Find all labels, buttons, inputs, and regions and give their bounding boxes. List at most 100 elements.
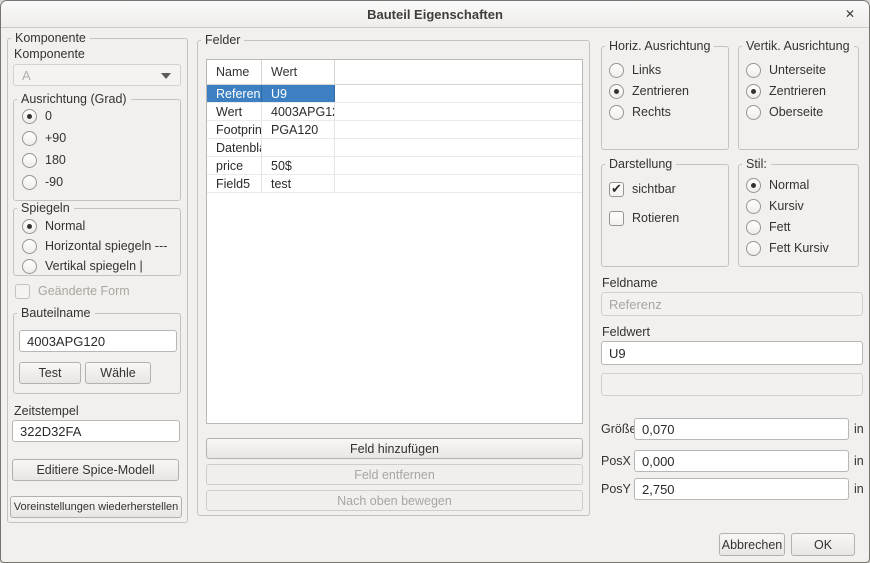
table-row-wert[interactable]: Wert 4003APG120 [207,103,582,121]
orientation-radio-180[interactable]: 180 [22,152,66,168]
component-properties-dialog: Bauteil Eigenschaften ✕ Komponente Kompo… [0,0,870,563]
radio-icon [22,219,37,234]
edit-spice-model-button[interactable]: Editiere Spice-Modell [12,459,179,481]
cell-value: U9 [262,85,335,102]
orientation-radio-90[interactable]: +90 [22,130,66,146]
fields-table[interactable]: Name Wert Referenz U9 Wert 4003APG120 Fo… [206,59,583,424]
cell-value: 4003APG120 [262,103,335,120]
cell-name: price [207,157,262,174]
fields-table-header: Name Wert [207,60,582,85]
close-icon[interactable]: ✕ [842,6,858,22]
table-row-datenblatt[interactable]: Datenblatt [207,139,582,157]
visible-label: sichtbar [632,182,676,196]
orientation-radio-90-label: +90 [45,131,66,145]
cell-filler [335,85,582,102]
posy-unit: in [854,482,864,496]
orientation-radio-180-label: 180 [45,153,66,167]
horizontal-align-legend: Horiz. Ausrichtung [605,39,714,54]
test-button[interactable]: Test [19,362,81,384]
style-radio-bold[interactable]: Fett [746,219,791,235]
size-input[interactable]: 0,070 [634,418,849,440]
cell-filler [335,139,582,156]
style-group: Stil: Normal Kursiv Fett Fett Kursiv [738,164,859,267]
style-radio-normal[interactable]: Normal [746,177,809,193]
extra-input [601,373,863,396]
posy-label: PosY [601,482,631,496]
radio-icon [746,241,761,256]
posy-input[interactable]: 2,750 [634,478,849,500]
valign-center-label: Zentrieren [769,84,826,98]
table-row-field5[interactable]: Field5 test [207,175,582,193]
fieldvalue-label: Feldwert [602,325,650,339]
unit-select-label: Komponente [14,47,85,61]
valign-radio-top[interactable]: Oberseite [746,104,823,120]
fieldname-input: Referenz [601,292,863,316]
cancel-button[interactable]: Abbrechen [719,533,785,556]
style-radio-italic[interactable]: Kursiv [746,198,804,214]
halign-radio-right[interactable]: Rechts [609,104,671,120]
checkbox-icon [609,182,624,197]
cell-value: test [262,175,335,192]
fields-group: Felder Name Wert Referenz U9 Wert 4003AP… [197,40,590,516]
mirror-radio-normal[interactable]: Normal [22,218,85,234]
fieldvalue-input[interactable]: U9 [601,341,863,365]
dialog-title: Bauteil Eigenschaften [1,7,869,22]
posx-input[interactable]: 0,000 [634,450,849,472]
ok-button[interactable]: OK [791,533,855,556]
add-field-button[interactable]: Feld hinzufügen [206,438,583,459]
style-bold-label: Fett [769,220,791,234]
orientation-radio-0[interactable]: 0 [22,108,52,124]
table-row-price[interactable]: price 50$ [207,157,582,175]
table-row-footprint[interactable]: Footprint PGA120 [207,121,582,139]
radio-icon [22,259,37,274]
style-normal-label: Normal [769,178,809,192]
timestamp-label: Zeitstempel [14,404,79,418]
timestamp-input[interactable]: 322D32FA [12,420,180,442]
halign-radio-center[interactable]: Zentrieren [609,83,689,99]
unit-select-dropdown: A [13,64,181,86]
radio-icon [609,63,624,78]
checkbox-icon [609,211,624,226]
radio-icon [746,199,761,214]
radio-icon [22,131,37,146]
radio-icon [609,84,624,99]
cell-name: Footprint [207,121,262,138]
radio-icon [746,178,761,193]
halign-radio-left[interactable]: Links [609,62,661,78]
orientation-radio-minus90[interactable]: -90 [22,174,63,190]
converted-shape-label: Geänderte Form [38,284,130,298]
style-bold-italic-label: Fett Kursiv [769,241,829,255]
cell-name: Wert [207,103,262,120]
table-row-referenz[interactable]: Referenz U9 [207,85,582,103]
move-up-button: Nach oben bewegen [206,490,583,511]
column-header-name: Name [207,60,262,84]
radio-icon [746,63,761,78]
rotate-checkbox[interactable]: Rotieren [609,210,679,226]
mirror-radio-horizontal-label: Horizontal spiegeln --- [45,239,167,253]
style-radio-bold-italic[interactable]: Fett Kursiv [746,240,829,256]
choose-button[interactable]: Wähle [85,362,151,384]
rotate-label: Rotieren [632,211,679,225]
halign-right-label: Rechts [632,105,671,119]
radio-icon [746,105,761,120]
valign-radio-center[interactable]: Zentrieren [746,83,826,99]
cell-filler [335,157,582,174]
orientation-radio-minus90-label: -90 [45,175,63,189]
fieldname-label: Feldname [602,276,658,290]
mirror-radio-horizontal[interactable]: Horizontal spiegeln --- [22,238,167,254]
mirror-radio-vertical[interactable]: Vertikal spiegeln | [22,258,143,274]
restore-defaults-button[interactable]: Voreinstellungen wiederherstellen [10,496,182,518]
dialog-body: Komponente Komponente A Ausrichtung (Gra… [1,28,869,562]
fields-group-legend: Felder [201,33,244,48]
chip-name-input[interactable]: 4003APG120 [19,330,177,352]
valign-radio-bottom[interactable]: Unterseite [746,62,826,78]
orientation-group-legend: Ausrichtung (Grad) [17,92,131,107]
valign-bottom-label: Unterseite [769,63,826,77]
visible-checkbox[interactable]: sichtbar [609,181,676,197]
converted-shape-checkbox: Geänderte Form [15,283,130,299]
style-group-legend: Stil: [742,157,771,172]
component-group: Komponente Komponente A Ausrichtung (Gra… [7,38,188,523]
title-bar: Bauteil Eigenschaften ✕ [1,1,869,28]
chip-name-group: Bauteilname 4003APG120 Test Wähle [13,313,181,394]
radio-icon [22,109,37,124]
